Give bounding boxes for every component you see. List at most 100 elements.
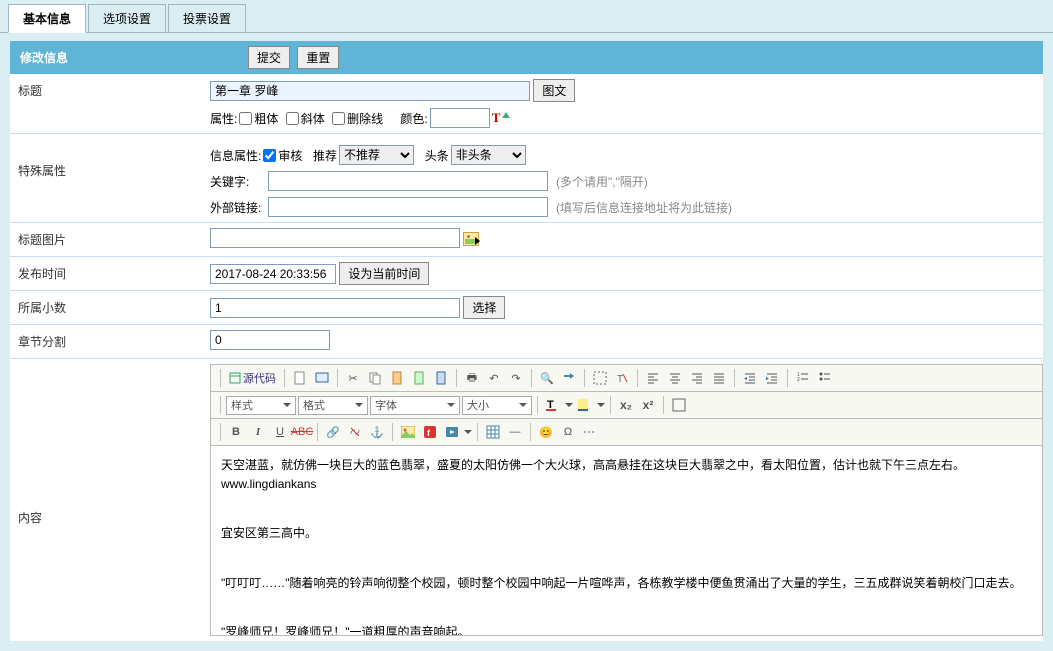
paste-icon[interactable] [387,368,407,388]
reset-button[interactable]: 重置 [297,46,339,69]
row-publish-time: 发布时间 设为当前时间 [10,257,1043,291]
align-justify-icon[interactable] [709,368,729,388]
italic-checkbox[interactable] [286,112,299,125]
set-now-button[interactable]: 设为当前时间 [339,262,429,285]
smiley-icon[interactable]: 😊 [536,422,556,442]
extlink-label: 外部链接: [210,199,266,216]
paste-text-icon[interactable] [409,368,429,388]
link-icon[interactable]: 🔗 [323,422,343,442]
keywords-input[interactable] [268,171,548,191]
outdent-icon[interactable] [740,368,760,388]
value-title: 图文 属性: 粗体 斜体 删除线 颜色: [210,74,1043,133]
preview-icon[interactable] [312,368,332,388]
section-title: 修改信息 [20,49,68,66]
choose-button[interactable]: 选择 [463,296,505,319]
new-doc-icon[interactable] [290,368,310,388]
tab-basic-info[interactable]: 基本信息 [8,4,86,33]
audit-checkbox[interactable] [263,149,276,162]
row-chapter-split: 章节分割 [10,325,1043,359]
cut-icon[interactable]: ✂ [343,368,363,388]
row-title-image: 标题图片 [10,223,1043,257]
picktext-button[interactable]: 图文 [533,79,575,102]
font-combo[interactable]: 字体 [370,396,460,415]
editor-body[interactable]: 天空湛蓝，就仿佛一块巨大的蓝色翡翠，盛夏的太阳仿佛一个大火球，高高悬挂在这块巨大… [210,446,1043,636]
headline-label: 头条 [425,147,449,164]
label-content: 内容 [10,359,210,641]
extlink-input[interactable] [268,197,548,217]
table-icon[interactable] [483,422,503,442]
label-special-attr: 特殊属性 [10,134,210,222]
recommend-select[interactable]: 不推荐 [339,145,414,165]
italic-label: 斜体 [301,110,325,127]
color-label: 颜色: [400,110,427,127]
row-owner-decimal: 所属小数 选择 [10,291,1043,325]
source-icon [229,372,241,384]
source-button[interactable]: 源代码 [226,368,279,388]
media-icon[interactable] [442,422,462,442]
editor-toolbar-row3: B I U ABC 🔗 ⚓ f — [211,419,1042,446]
bg-color-icon[interactable] [575,395,595,415]
editor-toolbar-row2: 样式 格式 字体 大小 T x₂ x² [211,392,1042,419]
align-right-icon[interactable] [687,368,707,388]
unlink-icon[interactable] [345,422,365,442]
bg-color-caret[interactable] [597,403,605,407]
underline-icon[interactable]: U [270,422,290,442]
pagebreak-icon[interactable] [580,422,600,442]
section-header: 修改信息 提交 重置 [10,41,1043,74]
image-icon[interactable] [398,422,418,442]
row-title: 标题 图文 属性: 粗体 斜体 删除线 颜色: [10,74,1043,134]
chapter-split-input[interactable] [210,330,330,350]
copy-icon[interactable] [365,368,385,388]
content-p3: "叮叮叮……"随着响亮的铃声响彻整个校园，顿时整个校园中响起一片喧哗声，各栋教学… [221,574,1032,593]
strike-checkbox[interactable] [332,112,345,125]
color-input[interactable] [430,108,490,128]
align-left-icon[interactable] [643,368,663,388]
bold-icon[interactable]: B [226,422,246,442]
numbered-list-icon[interactable]: 12 [793,368,813,388]
text-color-caret[interactable] [565,403,573,407]
form-body: 标题 图文 属性: 粗体 斜体 删除线 颜色: [10,74,1043,641]
value-owner-decimal: 选择 [210,291,1043,324]
anchor-icon[interactable]: ⚓ [367,422,387,442]
find-icon[interactable]: 🔍 [537,368,557,388]
specialchar-icon[interactable]: Ω [558,422,578,442]
style-combo[interactable]: 样式 [226,396,296,415]
bullet-list-icon[interactable] [815,368,835,388]
size-combo[interactable]: 大小 [462,396,532,415]
replace-icon[interactable] [559,368,579,388]
publish-time-input[interactable] [210,264,336,284]
subscript-icon[interactable]: x₂ [616,395,636,415]
submit-button[interactable]: 提交 [248,46,290,69]
label-owner-decimal: 所属小数 [10,291,210,324]
format-combo[interactable]: 格式 [298,396,368,415]
print-icon[interactable]: 🖶 [462,368,482,388]
content-p2: 宜安区第三高中。 [221,524,1032,543]
headline-select[interactable]: 非头条 [451,145,526,165]
indent-icon[interactable] [762,368,782,388]
tab-vote-settings[interactable]: 投票设置 [168,4,246,32]
strikethrough-icon[interactable]: ABC [292,422,312,442]
maximize-icon[interactable] [669,395,689,415]
bold-checkbox[interactable] [239,112,252,125]
title-input[interactable] [210,81,530,101]
superscript-icon[interactable]: x² [638,395,658,415]
removeformat-icon[interactable]: T [612,368,632,388]
keywords-hint: (多个请用","隔开) [556,173,648,190]
main-panel: 修改信息 提交 重置 标题 图文 属性: 粗体 斜体 删除线 [0,33,1053,651]
tab-option-settings[interactable]: 选项设置 [88,4,166,32]
redo-icon[interactable]: ↷ [506,368,526,388]
extlink-hint: (填写后信息连接地址将为此链接) [556,199,732,216]
selectall-icon[interactable] [590,368,610,388]
italic-icon[interactable]: I [248,422,268,442]
title-image-input[interactable] [210,228,460,248]
paste-word-icon[interactable] [431,368,451,388]
color-picker-icon[interactable] [492,110,508,126]
text-color-icon[interactable]: T [543,395,563,415]
hr-icon[interactable]: — [505,422,525,442]
flash-icon[interactable]: f [420,422,440,442]
undo-icon[interactable]: ↶ [484,368,504,388]
media-caret[interactable] [464,430,472,434]
owner-decimal-input[interactable] [210,298,460,318]
align-center-icon[interactable] [665,368,685,388]
content-p4: "罗峰师兄！罗峰师兄！"一道粗厚的声音响起。 [221,623,1032,636]
